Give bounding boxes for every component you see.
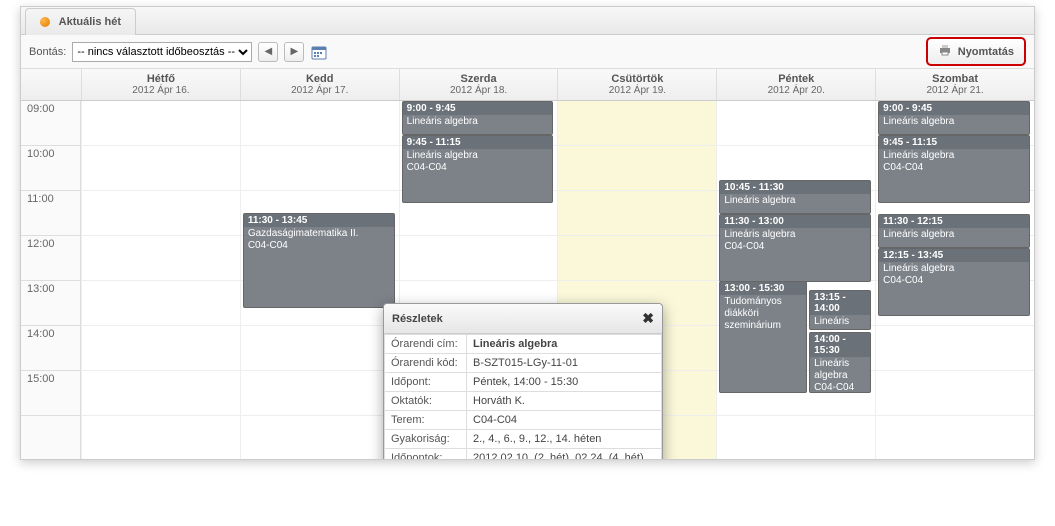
event-sat-2[interactable]: 9:45 - 11:15 Lineáris algebraC04-C04 (878, 135, 1030, 203)
time-label: 13:00 (21, 281, 81, 326)
popup-title: Részletek (392, 313, 443, 325)
prev-week-button[interactable]: ◀ (258, 42, 278, 62)
day-column-fri: 10:45 - 11:30 Lineáris algebra 11:30 - 1… (716, 101, 875, 460)
print-button[interactable]: Nyomtatás (926, 37, 1026, 66)
day-column-sat: 9:00 - 9:45 Lineáris algebra 9:45 - 11:1… (875, 101, 1034, 460)
tab-current-week[interactable]: Aktuális hét (25, 8, 136, 35)
close-icon[interactable]: ✖ (642, 310, 654, 327)
tab-dot-icon (40, 17, 50, 27)
time-label: 14:00 (21, 326, 81, 371)
details-table: Órarendi cím:Lineáris algebra Órarendi k… (384, 334, 662, 460)
event-sat-4[interactable]: 12:15 - 13:45 Lineáris algebraC04-C04 (878, 248, 1030, 316)
event-fri-3[interactable]: 13:00 - 15:30 Tudományos diákköri szemin… (719, 281, 807, 393)
breakdown-select[interactable]: -- nincs választott időbeosztás -- (72, 42, 252, 62)
day-header-wed: Szerda2012 Ápr 18. (399, 69, 558, 100)
time-label: 11:00 (21, 191, 81, 236)
print-label: Nyomtatás (958, 46, 1014, 58)
day-column-tue: 11:30 - 13:45 Gazdaságimatematika II.C04… (240, 101, 399, 460)
event-tue-1[interactable]: 11:30 - 13:45 Gazdaságimatematika II.C04… (243, 213, 395, 308)
event-details-popup: Részletek ✖ Órarendi cím:Lineáris algebr… (383, 303, 663, 460)
event-wed-1[interactable]: 9:00 - 9:45 Lineáris algebra (402, 101, 554, 135)
calendar-icon[interactable] (310, 43, 328, 61)
time-label: 15:00 (21, 371, 81, 416)
breakdown-label: Bontás: (29, 46, 66, 58)
chevron-left-icon: ◀ (264, 46, 272, 57)
day-header-tue: Kedd2012 Ápr 17. (240, 69, 399, 100)
printer-icon (938, 43, 952, 60)
day-header-fri: Péntek2012 Ápr 20. (716, 69, 875, 100)
event-sat-1[interactable]: 9:00 - 9:45 Lineáris algebra (878, 101, 1030, 135)
chevron-right-icon: ▶ (290, 46, 298, 57)
day-header-thu: Csütörtök2012 Ápr 19. (557, 69, 716, 100)
time-label: 09:00 (21, 101, 81, 146)
time-label: 12:00 (21, 236, 81, 281)
event-fri-1[interactable]: 10:45 - 11:30 Lineáris algebra (719, 180, 871, 214)
event-fri-4[interactable]: 13:15 - 14:00 Lineáris (809, 290, 871, 330)
tab-label: Aktuális hét (59, 16, 121, 28)
event-wed-2[interactable]: 9:45 - 11:15 Lineáris algebraC04-C04 (402, 135, 554, 203)
next-week-button[interactable]: ▶ (284, 42, 304, 62)
time-label: 10:00 (21, 146, 81, 191)
day-header-mon: Hétfő2012 Ápr 16. (81, 69, 240, 100)
time-label (21, 416, 81, 460)
day-header-sat: Szombat2012 Ápr 21. (875, 69, 1034, 100)
day-column-mon (81, 101, 240, 460)
event-fri-2[interactable]: 11:30 - 13:00 Lineáris algebraC04-C04 (719, 214, 871, 282)
event-sat-3[interactable]: 11:30 - 12:15 Lineáris algebra (878, 214, 1030, 248)
event-fri-5[interactable]: 14:00 - 15:30 Lineáris algebraC04-C04 (809, 332, 871, 393)
